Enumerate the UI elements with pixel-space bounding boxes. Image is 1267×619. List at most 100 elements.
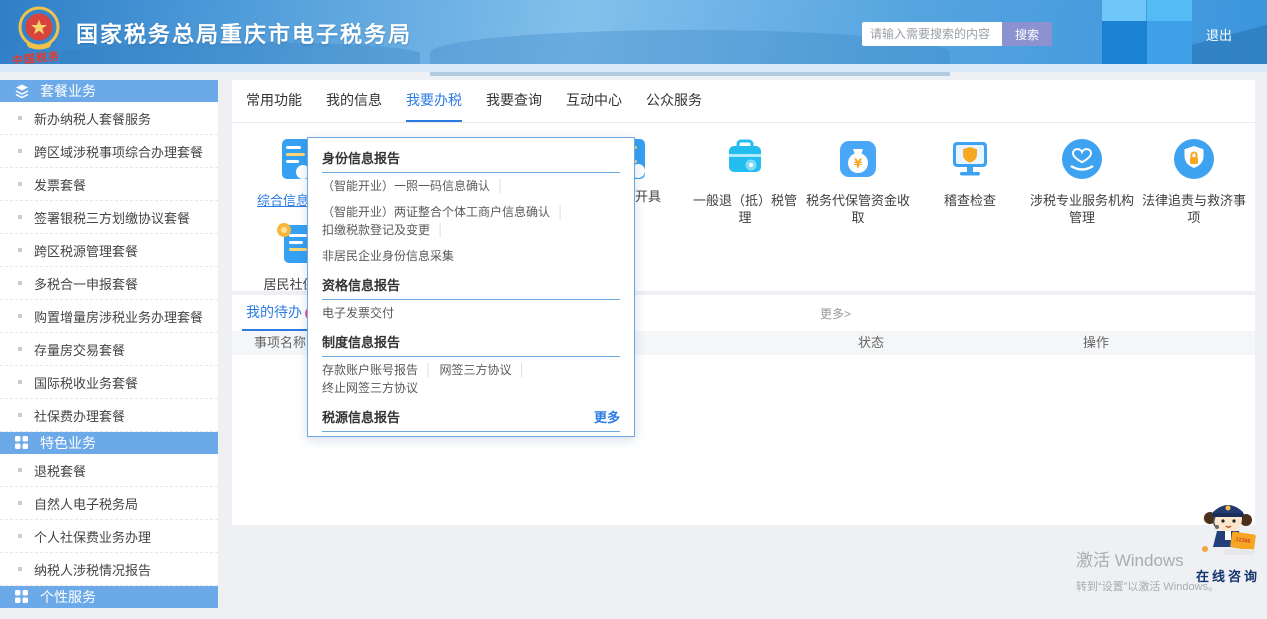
separator: │ xyxy=(425,436,433,437)
separator: │ xyxy=(519,361,527,379)
menu-item[interactable]: 综合税源信息报告 xyxy=(322,436,418,437)
tax-emblem-logo xyxy=(16,6,62,52)
service-item-escrow-funds[interactable]: ¥ 税务代保管资金收取 xyxy=(806,136,910,226)
shield-lock-icon xyxy=(1171,136,1217,182)
bullet-icon xyxy=(18,413,22,417)
menu-item[interactable]: 终止网签三方协议 xyxy=(322,379,418,397)
sidebar-item[interactable]: 个人社保费业务办理 xyxy=(0,520,218,553)
menu-item[interactable]: 电子发票交付 xyxy=(322,304,394,322)
sidebar-item[interactable]: 购置增量房涉税业务办理套餐 xyxy=(0,300,218,333)
sidebar-item[interactable]: 自然人电子税务局 xyxy=(0,487,218,520)
hand-heart-icon xyxy=(1059,136,1105,182)
sidebar-item-label: 购置增量房涉税业务办理套餐 xyxy=(34,307,203,326)
search-input[interactable] xyxy=(862,22,1002,46)
menu-row: 非居民企业身份信息采集 xyxy=(322,243,620,269)
menu-item[interactable]: 扣缴税款登记及变更 xyxy=(322,221,430,239)
todo-more-link[interactable]: 更多> xyxy=(820,305,851,322)
decorative-square xyxy=(1102,21,1147,64)
sidebar-item-label: 退税套餐 xyxy=(34,461,86,480)
bullet-icon xyxy=(18,501,22,505)
main-nav-tabs: 常用功能 我的信息 我要办税 我要查询 互动中心 公众服务 xyxy=(232,80,1255,123)
separator: │ xyxy=(437,221,445,239)
service-item-label[interactable]: 一般退（抵）税管理 xyxy=(693,192,797,226)
menu-item[interactable]: （智能开业）两证整合个体工商户信息确认 xyxy=(322,203,550,221)
header-search: 搜索 xyxy=(862,22,1052,46)
sidebar-item[interactable]: 国际税收业务套餐 xyxy=(0,366,218,399)
sidebar-item[interactable]: 多税合一申报套餐 xyxy=(0,267,218,300)
service-item-label[interactable]: 税务代保管资金收取 xyxy=(806,192,910,226)
service-item-tax-service-agency[interactable]: 涉税专业服务机构管理 xyxy=(1030,136,1134,226)
header-bottom-strip xyxy=(0,64,1267,72)
online-consult-label[interactable]: 在线咨询 xyxy=(1192,566,1264,585)
sidebar-section-label: 个性服务 xyxy=(40,587,96,607)
menu-row: （智能开业）两证整合个体工商户信息确认│扣缴税款登记及变更│ xyxy=(322,199,620,243)
column-header-item-name: 事项名称 xyxy=(254,331,306,355)
sidebar-item[interactable]: 签署银税三方划缴协议套餐 xyxy=(0,201,218,234)
service-item-label[interactable]: 法律追责与救济事项 xyxy=(1142,192,1246,226)
sidebar-item[interactable]: 跨区域涉税事项综合办理套餐 xyxy=(0,135,218,168)
mascot-character-icon: 12366 xyxy=(1193,550,1263,567)
sidebar-item[interactable]: 退税套餐 xyxy=(0,454,218,487)
bullet-icon xyxy=(18,314,22,318)
menu-more-link[interactable]: 更多 xyxy=(594,407,620,426)
sidebar-item-label: 个人社保费业务办理 xyxy=(34,527,151,546)
service-item-general-tax-refund[interactable]: 一般退（抵）税管理 xyxy=(693,136,797,226)
bullet-icon xyxy=(18,281,22,285)
sidebar-item-label: 新办纳税人套餐服务 xyxy=(34,109,151,128)
menu-item[interactable]: 跨区域涉税事项报验 xyxy=(440,436,548,437)
tab-my-info[interactable]: 我的信息 xyxy=(326,80,382,122)
service-item-label[interactable]: 涉税专业服务机构管理 xyxy=(1030,192,1134,226)
menu-section-heading: 税源信息报告 更多 xyxy=(322,407,620,426)
bullet-icon xyxy=(18,215,22,219)
bullet-icon xyxy=(18,534,22,538)
decorative-square xyxy=(1102,0,1146,21)
bullet-icon xyxy=(18,567,22,571)
tab-tax-handling[interactable]: 我要办税 xyxy=(406,80,462,122)
sidebar-section-header[interactable]: 套餐业务 xyxy=(0,80,218,102)
app-header: 中国税务 国家税务总局重庆市电子税务局 搜索 退出 xyxy=(0,0,1267,64)
menu-item[interactable]: 存款账户账号报告 xyxy=(322,361,418,379)
service-item-legal-liability-relief[interactable]: 法律追责与救济事项 xyxy=(1142,136,1246,226)
bullet-icon xyxy=(18,248,22,252)
menu-item[interactable]: （智能开业）一照一码信息确认 xyxy=(322,177,490,195)
sidebar-section-header[interactable]: 个性服务 xyxy=(0,586,218,608)
sidebar-item[interactable]: 社保费办理套餐 xyxy=(0,399,218,432)
separator: │ xyxy=(497,177,505,195)
sidebar-item[interactable]: 新办纳税人套餐服务 xyxy=(0,102,218,135)
menu-row: （智能开业）一照一码信息确认 │ xyxy=(322,173,620,199)
briefcase-icon xyxy=(722,136,768,182)
sidebar-item[interactable]: 跨区税源管理套餐 xyxy=(0,234,218,267)
bullet-icon xyxy=(18,347,22,351)
sidebar: 套餐业务新办纳税人套餐服务跨区域涉税事项综合办理套餐发票套餐签署银税三方划缴协议… xyxy=(0,80,218,608)
bullet-icon xyxy=(18,182,22,186)
sidebar-item-label: 国际税收业务套餐 xyxy=(34,373,138,392)
menu-section-title: 身份信息报告 xyxy=(322,148,400,167)
sidebar-section-header[interactable]: 特色业务 xyxy=(0,432,218,454)
tab-my-query[interactable]: 我要查询 xyxy=(486,80,542,122)
menu-item[interactable]: 非居民企业身份信息采集 xyxy=(322,247,454,265)
service-item-issue-label[interactable]: 开具 xyxy=(635,186,661,205)
search-button[interactable]: 搜索 xyxy=(1002,22,1052,46)
column-header-status: 状态 xyxy=(858,331,884,355)
menu-item[interactable]: 网签三方协议 xyxy=(440,361,512,379)
sidebar-item-label: 跨区税源管理套餐 xyxy=(34,241,138,260)
menu-section-title: 税源信息报告 xyxy=(322,407,400,426)
tax-handling-dropdown-menu: 身份信息报告（智能开业）一照一码信息确认│（智能开业）两证整合个体工商户信息确认… xyxy=(307,137,635,437)
sidebar-item[interactable]: 纳税人涉税情况报告 xyxy=(0,553,218,586)
sidebar-item-label: 存量房交易套餐 xyxy=(34,340,125,359)
column-header-action: 操作 xyxy=(1083,331,1109,355)
online-consult-widget[interactable]: 12366 在线咨询 xyxy=(1192,497,1264,585)
sidebar-item[interactable]: 存量房交易套餐 xyxy=(0,333,218,366)
service-item-label[interactable]: 稽查检查 xyxy=(918,192,1022,209)
grid-icon xyxy=(14,435,30,451)
tab-interaction-center[interactable]: 互动中心 xyxy=(566,80,622,122)
service-item-audit-inspection[interactable]: 稽查检查 xyxy=(918,136,1022,209)
sidebar-item[interactable]: 发票套餐 xyxy=(0,168,218,201)
tab-public-service[interactable]: 公众服务 xyxy=(646,80,702,122)
decorative-square xyxy=(1147,0,1192,21)
sidebar-item-label: 跨区域涉税事项综合办理套餐 xyxy=(34,142,203,161)
logout-button[interactable]: 退出 xyxy=(1206,25,1232,44)
bullet-icon xyxy=(18,149,22,153)
tab-common-functions[interactable]: 常用功能 xyxy=(246,80,302,122)
bullet-icon xyxy=(18,380,22,384)
